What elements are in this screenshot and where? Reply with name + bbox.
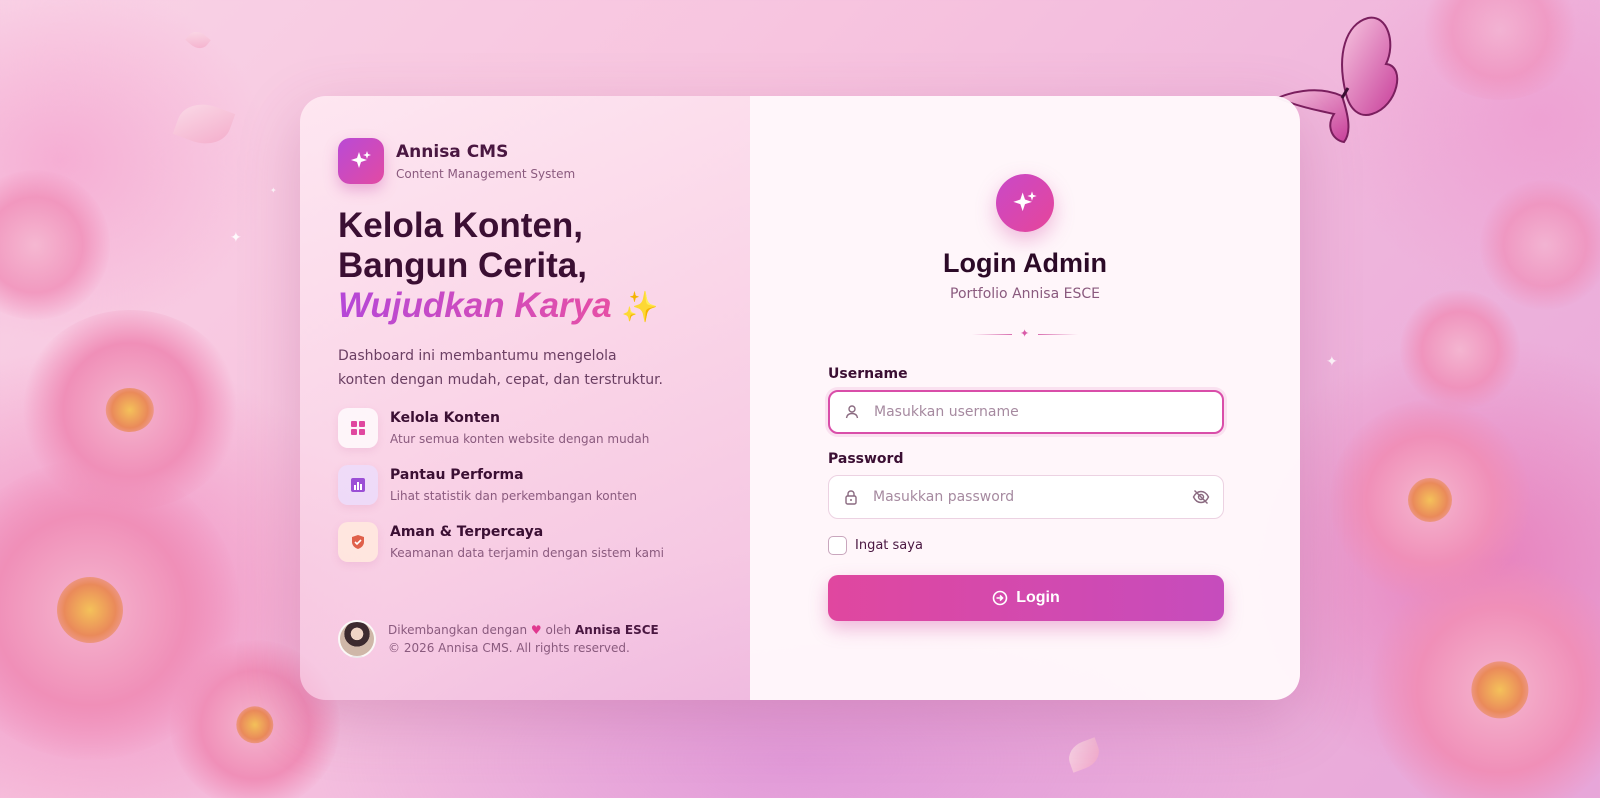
login-subtitle: Portfolio Annisa ESCE xyxy=(950,286,1100,302)
feature-subtitle: Atur semua konten website dengan mudah xyxy=(390,432,650,446)
brand-subtitle: Content Management System xyxy=(396,166,576,181)
sparkles-icon xyxy=(338,138,384,184)
petal-decoration xyxy=(185,27,211,53)
grid-icon xyxy=(338,408,378,448)
feature-title: Pantau Performa xyxy=(390,467,524,483)
lock-icon xyxy=(829,489,873,505)
footer-prefix: Dikembangkan dengan xyxy=(388,623,528,637)
divider-star-icon: ✦ xyxy=(1020,327,1030,340)
footer: Dikembangkan dengan ♥ oleh Annisa ESCE ©… xyxy=(338,620,659,658)
login-panel: Login Admin Portfolio Annisa ESCE ✦ User… xyxy=(750,96,1300,700)
password-field[interactable] xyxy=(828,475,1224,519)
brand-name: Annisa CMS xyxy=(396,141,509,162)
login-button-label: Login xyxy=(1016,589,1060,606)
login-button[interactable]: Login xyxy=(828,575,1224,621)
login-card: Annisa CMS Content Management System Kel… xyxy=(300,96,1300,700)
username-field[interactable] xyxy=(828,390,1224,434)
flower-decoration xyxy=(1420,0,1580,100)
sparkle-decoration: ✦ xyxy=(230,230,242,246)
feature-list: Kelola Konten Atur semua konten website … xyxy=(338,408,712,562)
shield-icon xyxy=(338,522,378,562)
remember-label: Ingat saya xyxy=(855,538,923,553)
remember-checkbox[interactable] xyxy=(828,536,847,555)
footer-by: oleh xyxy=(545,623,572,637)
sparkles-icon xyxy=(996,174,1054,232)
petal-decoration xyxy=(172,96,236,152)
chart-icon xyxy=(338,465,378,505)
sparkle-decoration: ✦ xyxy=(1326,354,1338,370)
footer-credit: Dikembangkan dengan ♥ oleh Annisa ESCE xyxy=(388,621,659,639)
username-label: Username xyxy=(828,366,908,382)
flower-decoration xyxy=(0,460,240,760)
flower-decoration xyxy=(20,310,240,510)
hero-description: Dashboard ini membantumu mengelola konte… xyxy=(338,348,664,388)
feature-subtitle: Lihat statistik dan perkembangan konten xyxy=(390,489,637,503)
headline-line-2: Bangun Cerita, xyxy=(338,246,587,285)
info-panel: Annisa CMS Content Management System Kel… xyxy=(300,96,750,700)
headline: Kelola Konten, Bangun Cerita, Wujudkan K… xyxy=(338,206,712,328)
headline-accent: Wujudkan Karya xyxy=(338,286,612,325)
feature-title: Kelola Konten xyxy=(390,410,500,426)
divider: ✦ xyxy=(972,327,1078,340)
flower-decoration xyxy=(1370,560,1600,798)
login-title: Login Admin xyxy=(943,248,1107,278)
feature-title: Aman & Terpercaya xyxy=(390,524,544,540)
flower-decoration xyxy=(0,170,110,320)
feature-subtitle: Keamanan data terjamin dengan sistem kam… xyxy=(390,546,664,560)
footer-author: Annisa ESCE xyxy=(574,623,659,637)
flower-decoration xyxy=(1480,180,1600,310)
remember-me[interactable]: Ingat saya xyxy=(828,536,923,555)
brand: Annisa CMS Content Management System xyxy=(338,138,712,184)
heart-icon: ♥ xyxy=(530,623,542,637)
sparkle-decoration: ✦ xyxy=(270,186,277,195)
footer-copyright: © 2026 Annisa CMS. All rights reserved. xyxy=(388,641,630,655)
password-label: Password xyxy=(828,451,904,467)
feature-item: Kelola Konten Atur semua konten website … xyxy=(338,408,712,448)
login-arrow-icon xyxy=(992,590,1008,606)
username-input[interactable] xyxy=(874,392,1222,432)
avatar xyxy=(338,620,376,658)
flower-decoration xyxy=(1400,290,1520,410)
password-input[interactable] xyxy=(873,476,1179,518)
flower-decoration xyxy=(1330,400,1530,600)
eye-off-icon[interactable] xyxy=(1179,488,1223,506)
petal-decoration xyxy=(1064,737,1104,773)
feature-item: Pantau Performa Lihat statistik dan perk… xyxy=(338,465,712,505)
sparkles-emoji: ✨ xyxy=(621,291,659,324)
feature-item: Aman & Terpercaya Keamanan data terjamin… xyxy=(338,522,712,562)
headline-line-1: Kelola Konten, xyxy=(338,206,584,245)
user-icon xyxy=(830,404,874,420)
